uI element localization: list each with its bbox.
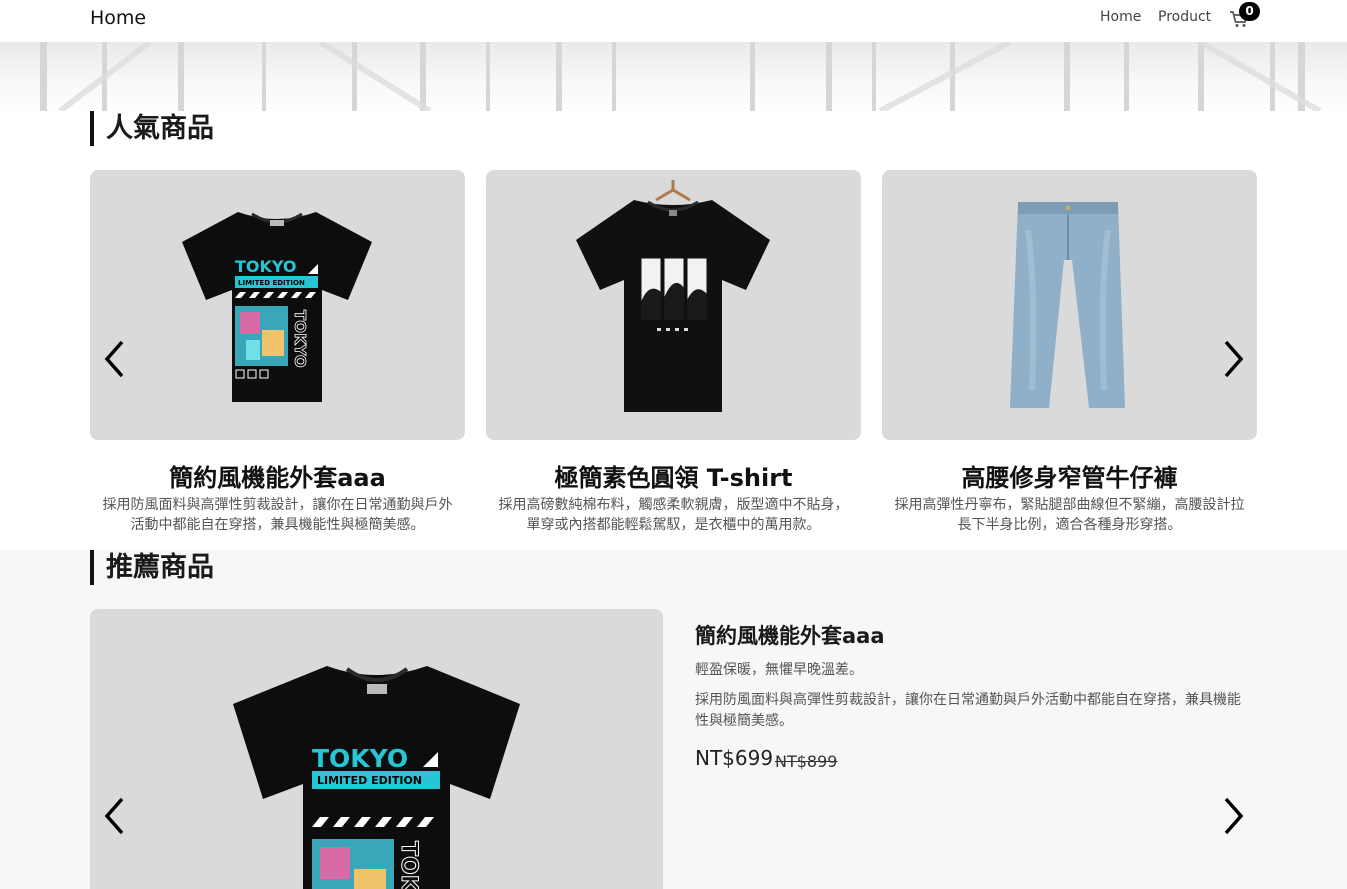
nav-link-home[interactable]: Home bbox=[1100, 9, 1141, 25]
recommended-product-price: NT$699 bbox=[695, 746, 774, 770]
brand-home-link[interactable]: Home bbox=[90, 7, 146, 29]
recommended-product-image[interactable]: TOKYO LIMITED EDITION TOKYO bbox=[90, 609, 663, 889]
popular-product-card-2[interactable] bbox=[486, 170, 861, 440]
tee-print-limited: LIMITED EDITION bbox=[238, 279, 305, 287]
banner-architecture-image bbox=[40, 42, 1322, 111]
product-desc-2: 採用高磅數純棉布料，觸感柔軟親膚，版型適中不貼身，單穿或內搭都能輕鬆駕馭，是衣櫃… bbox=[498, 497, 849, 533]
popular-carousel-prev-button[interactable] bbox=[100, 337, 130, 381]
popular-product-card-1[interactable]: TOKYO LIMITED EDITION TOKYO bbox=[90, 170, 465, 440]
nav-link-product[interactable]: Product bbox=[1158, 9, 1211, 25]
popular-product-card-3[interactable] bbox=[882, 170, 1257, 440]
tee-print-tokyo: TOKYO bbox=[312, 744, 408, 773]
cart-count-badge: 0 bbox=[1239, 2, 1260, 21]
wave-tshirt-image bbox=[576, 180, 770, 412]
navbar: Home Home Product 0 bbox=[0, 0, 1347, 42]
recommended-product-original-price: NT$899 bbox=[775, 752, 838, 771]
recommended-carousel-next-button[interactable] bbox=[1218, 794, 1248, 838]
chevron-right-icon bbox=[1224, 340, 1244, 378]
tee-print-limited: LIMITED EDITION bbox=[317, 774, 422, 787]
product-desc-1: 採用防風面料與高彈性剪裁設計，讓你在日常通勤與戶外活動中都能自在穿搭，兼具機能性… bbox=[102, 497, 453, 533]
tee-print-tokyo-vertical: TOKYO bbox=[291, 310, 309, 368]
chevron-left-icon bbox=[104, 797, 124, 835]
popular-section-title: 人氣商品 bbox=[90, 111, 214, 146]
product-desc-3: 採用高彈性丹寧布，緊貼腿部曲線但不緊繃，高腰設計拉長下半身比例，適合各種身形穿搭… bbox=[894, 497, 1245, 533]
chevron-left-icon bbox=[104, 340, 124, 378]
tokyo-tshirt-large-image: TOKYO LIMITED EDITION TOKYO bbox=[233, 666, 520, 889]
product-title-1[interactable]: 簡約風機能外套aaa bbox=[90, 458, 465, 493]
tokyo-tshirt-image: TOKYO LIMITED EDITION TOKYO bbox=[182, 212, 372, 402]
recommended-product-title[interactable]: 簡約風機能外套aaa bbox=[695, 620, 885, 650]
product-title-2[interactable]: 極簡素色圓領 T-shirt bbox=[486, 458, 861, 493]
tee-print-tokyo: TOKYO bbox=[235, 257, 297, 276]
popular-carousel-next-button[interactable] bbox=[1218, 337, 1248, 381]
recommended-product-desc: 採用防風面料與高彈性剪裁設計，讓你在日常通勤與戶外活動中都能自在穿搭，兼具機能性… bbox=[695, 692, 1241, 729]
recommended-carousel-prev-button[interactable] bbox=[100, 794, 130, 838]
chevron-right-icon bbox=[1224, 797, 1244, 835]
product-title-3[interactable]: 高腰修身窄管牛仔褲 bbox=[882, 458, 1257, 493]
jeans-image bbox=[1010, 202, 1125, 408]
tee-print-tokyo-vertical: TOKYO bbox=[396, 841, 421, 889]
recommended-section-title: 推薦商品 bbox=[90, 550, 214, 585]
hero-banner bbox=[0, 42, 1347, 111]
recommended-product-subtitle: 輕盈保暖，無懼早晚溫差。 bbox=[695, 662, 863, 678]
